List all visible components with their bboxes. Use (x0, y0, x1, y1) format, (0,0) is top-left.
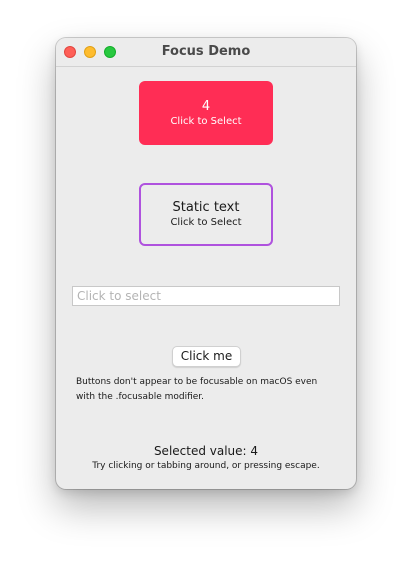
app-window: Focus Demo 4 Click to Select Static text… (56, 38, 356, 489)
selected-value-label: Selected value: 4 (153, 444, 259, 458)
usage-hint: Try clicking or tabbing around, or press… (92, 461, 320, 471)
static-card-caption: Click to Select (170, 217, 242, 228)
static-card-title: Static text (172, 200, 240, 215)
focus-card-value: 4 (201, 98, 211, 114)
title-bar[interactable]: Focus Demo (56, 38, 356, 67)
select-text-field[interactable] (72, 286, 340, 306)
window-title: Focus Demo (161, 44, 251, 59)
click-me-button[interactable]: Click me (172, 346, 241, 367)
static-text-card[interactable]: Static text Click to Select (139, 183, 273, 246)
focusable-value-card[interactable]: 4 Click to Select (139, 81, 273, 145)
focus-card-caption: Click to Select (170, 115, 242, 127)
focusable-note: Buttons don't appear to be focusable on … (76, 377, 318, 402)
